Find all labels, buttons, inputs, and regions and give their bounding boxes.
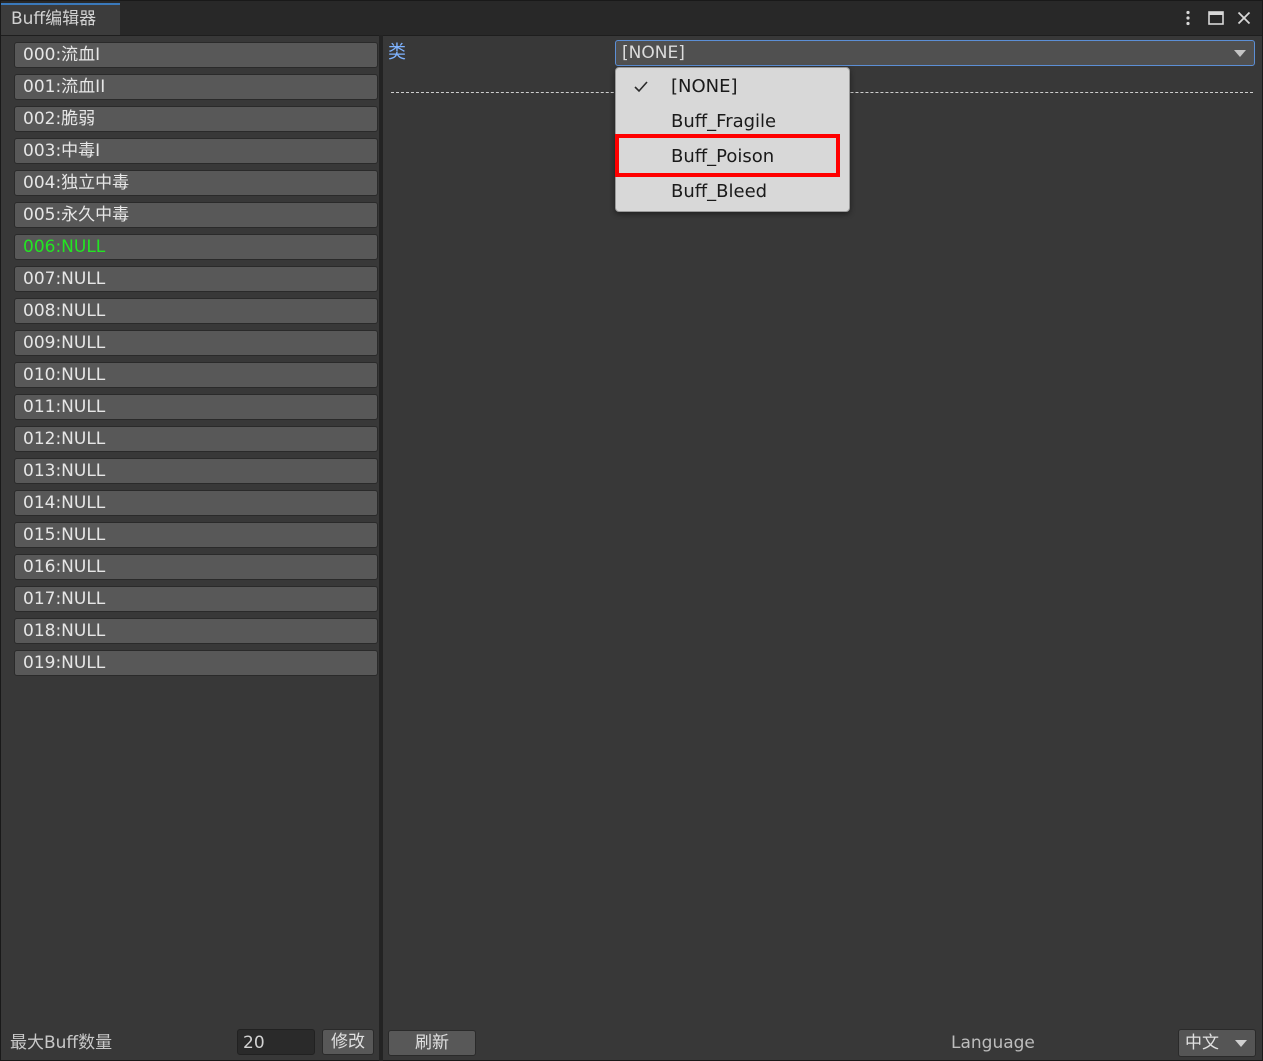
dropdown-option[interactable]: Buff_Poison xyxy=(616,140,849,174)
buff-list-item[interactable]: 017:NULL xyxy=(14,586,378,612)
buff-list-item[interactable]: 014:NULL xyxy=(14,490,378,516)
buff-list: 000:流血I 001:流血II 002:脆弱 003:中毒I 004:独立中毒 005:… xyxy=(14,42,378,682)
buff-list-item[interactable]: 002:脆弱 xyxy=(14,106,378,132)
buff-list-item[interactable]: 015:NULL xyxy=(14,522,378,548)
dropdown-option[interactable]: Buff_Fragile xyxy=(616,105,849,139)
chevron-down-icon xyxy=(1234,50,1246,57)
buff-list-item[interactable]: 018:NULL xyxy=(14,618,378,644)
dropdown-option-label: [NONE] xyxy=(671,76,738,97)
buff-list-item[interactable]: 009:NULL xyxy=(14,330,378,356)
right-footer: 刷新 Language 中文 xyxy=(383,1025,1262,1061)
language-select-value: 中文 xyxy=(1185,1033,1219,1053)
buff-list-item[interactable]: 000:流血I xyxy=(14,42,378,68)
buff-list-item[interactable]: 010:NULL xyxy=(14,362,378,388)
buff-list-item[interactable]: 007:NULL xyxy=(14,266,378,292)
buff-editor-window: Buff编辑器 000:流血I 001:流血II 002:脆弱 003:中毒I … xyxy=(0,0,1263,1061)
language-select[interactable]: 中文 xyxy=(1178,1029,1256,1057)
max-buff-count-label: 最大Buff数量 xyxy=(10,1033,113,1053)
class-select[interactable]: [NONE] xyxy=(615,40,1255,66)
buff-list-item[interactable]: 016:NULL xyxy=(14,554,378,580)
buff-list-item[interactable]: 011:NULL xyxy=(14,394,378,420)
buff-list-item[interactable]: 004:独立中毒 xyxy=(14,170,378,196)
refresh-button[interactable]: 刷新 xyxy=(388,1030,476,1056)
language-label: Language xyxy=(951,1033,1035,1053)
buff-list-panel: 000:流血I 001:流血II 002:脆弱 003:中毒I 004:独立中毒 005:… xyxy=(5,37,378,1022)
checkmark-icon xyxy=(634,81,648,93)
buff-list-item[interactable]: 001:流血II xyxy=(14,74,378,100)
class-select-value: [NONE] xyxy=(622,43,685,63)
buff-list-item[interactable]: 013:NULL xyxy=(14,458,378,484)
buff-list-item[interactable]: 012:NULL xyxy=(14,426,378,452)
dropdown-option-label: Buff_Bleed xyxy=(671,181,768,202)
tab-bar: Buff编辑器 xyxy=(1,1,1262,36)
class-field-label: 类 xyxy=(388,42,406,63)
dropdown-option-label: Buff_Fragile xyxy=(671,111,777,132)
max-buff-count-input[interactable]: 20 xyxy=(237,1029,315,1055)
buff-list-item[interactable]: 005:永久中毒 xyxy=(14,202,378,228)
dropdown-option-label: Buff_Poison xyxy=(671,146,775,167)
buff-list-item[interactable]: 006:NULL xyxy=(14,234,378,260)
buff-list-item[interactable]: 019:NULL xyxy=(14,650,378,676)
maximize-icon[interactable] xyxy=(1206,6,1226,30)
buff-list-item[interactable]: 008:NULL xyxy=(14,298,378,324)
class-dropdown-menu: [NONE] Buff_Fragile Buff_Poison Buff_Bleed xyxy=(615,67,850,212)
close-icon[interactable] xyxy=(1234,6,1254,30)
left-footer: 最大Buff数量 20 修改 xyxy=(1,1025,379,1061)
buff-list-item[interactable]: 003:中毒I xyxy=(14,138,378,164)
chevron-down-icon xyxy=(1235,1040,1247,1047)
more-vert-icon[interactable] xyxy=(1178,6,1198,30)
window-controls xyxy=(1178,5,1254,31)
modify-button[interactable]: 修改 xyxy=(322,1029,374,1055)
tab-buff-editor[interactable]: Buff编辑器 xyxy=(1,3,120,35)
dropdown-option[interactable]: [NONE] xyxy=(616,70,849,104)
dropdown-option[interactable]: Buff_Bleed xyxy=(616,175,849,209)
